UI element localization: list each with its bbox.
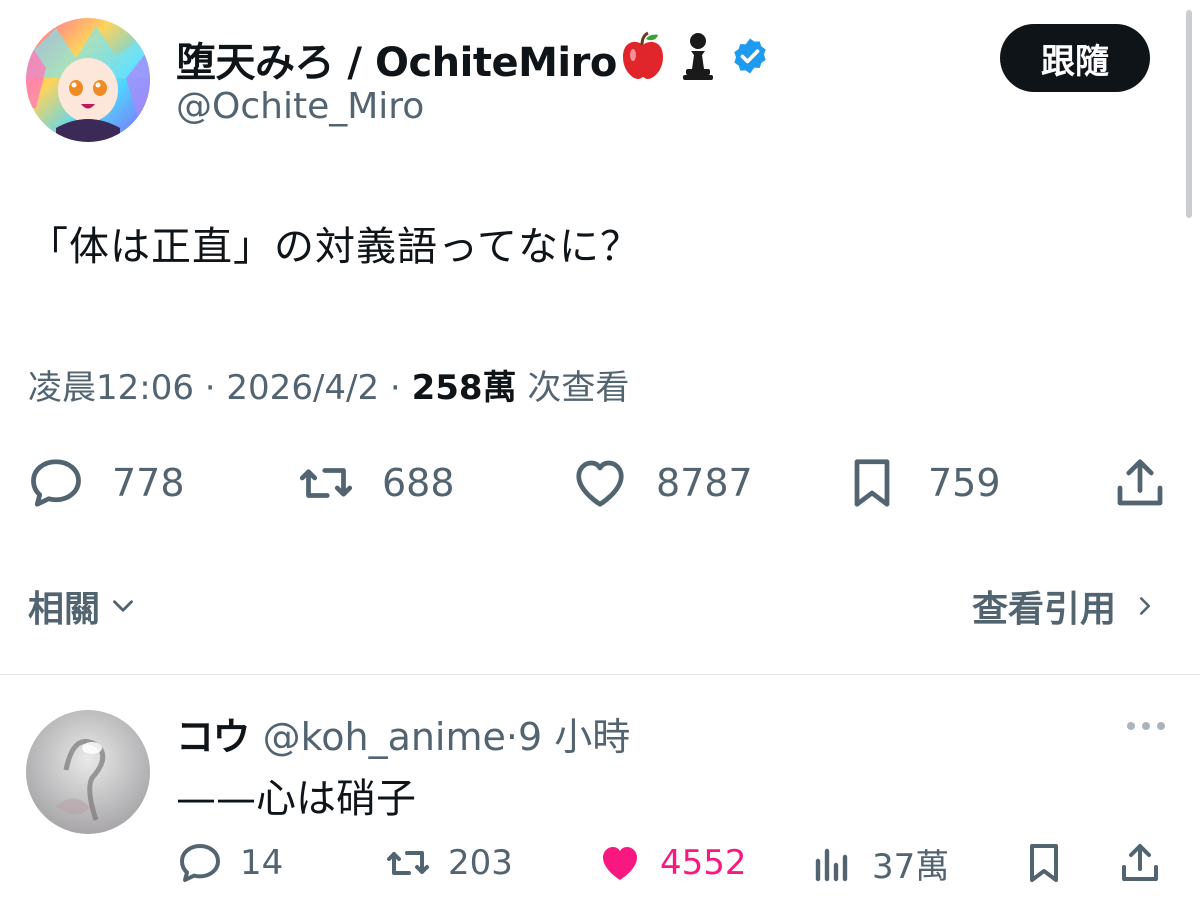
- reply-action[interactable]: 778: [26, 455, 185, 511]
- heart-icon: [576, 460, 624, 507]
- scrollbar[interactable]: [1186, 10, 1192, 218]
- share-icon: [1117, 459, 1163, 506]
- reply-share-action[interactable]: [1116, 838, 1164, 888]
- retweet-action[interactable]: 688: [296, 455, 455, 511]
- reply-avatar[interactable]: [26, 710, 150, 834]
- like-count: 8787: [656, 461, 753, 505]
- bookmark-count: 759: [928, 461, 1001, 505]
- author-avatar[interactable]: [26, 18, 150, 142]
- meta-separator: ·: [193, 368, 227, 408]
- tweet-views-label: 次查看: [516, 368, 630, 408]
- related-toggle[interactable]: 相關: [28, 580, 140, 632]
- reply-count: 778: [112, 461, 185, 505]
- reply-bookmark-action[interactable]: [1020, 838, 1068, 888]
- more-options-icon[interactable]: [1124, 716, 1168, 736]
- view-quotes-link[interactable]: 查看引用: [972, 580, 1160, 632]
- reply-views-count: 37萬: [872, 846, 950, 887]
- verified-badge-icon: [734, 38, 766, 74]
- view-quotes-label: 查看引用: [971, 589, 1116, 630]
- reply-like-count: 4552: [660, 843, 747, 883]
- reply-retweet-count: 203: [448, 843, 513, 883]
- analytics-icon: [815, 848, 848, 882]
- tweet-date[interactable]: 2026/4/2: [226, 368, 379, 408]
- chevron-down-icon: [113, 600, 133, 612]
- author-handle[interactable]: @Ochite_Miro: [176, 86, 424, 127]
- reply-text: ——心は硝子: [176, 776, 416, 822]
- tweet-meta: 凌晨12:06 · 2026/4/2 · 258萬 次查看: [28, 360, 629, 409]
- bookmark-action[interactable]: 759: [842, 455, 1001, 511]
- reply-retweet-action[interactable]: 203: [384, 838, 513, 888]
- reply-like-action[interactable]: 4552: [596, 838, 747, 888]
- share-icon: [1122, 844, 1158, 881]
- reply-views-action[interactable]: 37萬: [808, 838, 949, 888]
- apple-icon: [623, 31, 663, 79]
- reply-reply-count: 14: [240, 843, 284, 883]
- reply-display-name[interactable]: コウ: [176, 715, 250, 759]
- meta-separator: ·: [379, 368, 412, 408]
- chevron-right-icon: [1140, 597, 1150, 615]
- retweet-icon: [299, 468, 353, 498]
- reply-time[interactable]: 9 小時: [518, 715, 630, 759]
- reply-handle[interactable]: @koh_anime: [263, 715, 506, 759]
- reply-header: コウ @koh_anime·9 小時: [176, 706, 630, 761]
- author-display-name[interactable]: 堕天みろ / OchiteMiro: [176, 30, 617, 88]
- heart-filled-icon: [603, 847, 637, 880]
- avatar-image: [26, 710, 150, 834]
- chess-pawn-icon: [683, 33, 713, 80]
- tweet-time[interactable]: 凌晨12:06: [28, 368, 194, 408]
- bookmark-icon: [1030, 844, 1058, 882]
- like-action[interactable]: 8787: [570, 455, 753, 511]
- bookmark-icon: [854, 459, 890, 507]
- follow-button[interactable]: 跟隨: [1000, 24, 1150, 92]
- reply-reply-action[interactable]: 14: [176, 838, 283, 888]
- share-action[interactable]: [1110, 455, 1170, 511]
- reply-icon: [31, 459, 81, 507]
- retweet-icon: [387, 851, 429, 875]
- related-label: 相關: [28, 589, 101, 630]
- retweet-count: 688: [382, 461, 455, 505]
- divider: [0, 674, 1200, 675]
- author-badges: [620, 30, 770, 82]
- reply-icon: [180, 844, 220, 882]
- avatar-image: [26, 18, 150, 142]
- tweet-views-count: 258萬: [411, 368, 517, 408]
- tweet-text: 「体は正直」の対義語ってなに？: [28, 224, 641, 270]
- reply-separator: ·: [505, 715, 518, 759]
